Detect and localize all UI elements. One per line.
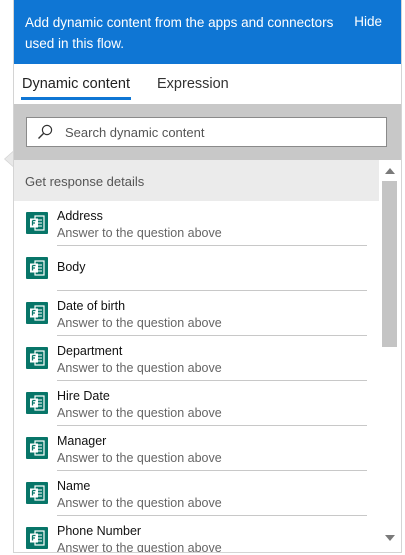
dynamic-content-list: Get response details Address Answer to th… [14,160,379,553]
tab-expression[interactable]: Expression [157,76,229,92]
forms-icon [26,302,48,324]
search-icon [38,124,53,139]
item-description: Answer to the question above [57,316,222,330]
scroll-up-arrow[interactable] [385,168,395,174]
item-description: Answer to the question above [57,541,222,553]
list-item[interactable]: Hire Date Answer to the question above [14,381,379,426]
search-bar [14,104,401,160]
item-label: Hire Date [57,389,110,403]
item-description: Answer to the question above [57,361,222,375]
item-label: Body [57,260,86,274]
info-banner: Add dynamic content from the apps and co… [14,0,401,64]
tab-bar: Dynamic content Expression [14,64,401,104]
list-item[interactable]: Department Answer to the question above [14,336,379,381]
popover-caret [4,151,13,167]
forms-icon [26,527,48,549]
forms-icon [26,212,48,234]
list-item[interactable]: Manager Answer to the question above [14,426,379,471]
forms-icon [26,437,48,459]
forms-icon [26,392,48,414]
banner-text: Add dynamic content from the apps and co… [25,15,334,51]
scroll-thumb[interactable] [382,181,397,347]
item-label: Name [57,479,91,493]
search-input[interactable] [65,118,375,146]
item-label: Phone Number [57,524,142,538]
scrollbar[interactable] [382,165,399,544]
hide-button[interactable]: Hide [354,14,382,29]
item-description: Answer to the question above [57,451,222,465]
list-item[interactable]: Date of birth Answer to the question abov… [14,291,379,336]
item-label: Department [57,344,123,358]
list-item[interactable]: Address Answer to the question above [14,201,379,246]
list-item[interactable]: Name Answer to the question above [14,471,379,516]
scroll-down-arrow[interactable] [385,535,395,541]
list-item[interactable]: Phone Number Answer to the question above [14,516,379,553]
item-label: Date of birth [57,299,126,313]
tab-dynamic-content[interactable]: Dynamic content [21,76,131,100]
forms-icon [26,257,48,279]
item-label: Manager [57,434,107,448]
item-description: Answer to the question above [57,226,222,240]
item-label: Address [57,209,103,223]
list-item[interactable]: Body [14,246,379,291]
forms-icon [26,482,48,504]
forms-icon [26,347,48,369]
item-description: Answer to the question above [57,496,222,510]
item-description: Answer to the question above [57,406,222,420]
dynamic-content-panel: Add dynamic content from the apps and co… [13,0,402,553]
group-title: Get response details [25,174,145,189]
search-box[interactable] [26,117,387,147]
group-header: Get response details [14,160,379,201]
